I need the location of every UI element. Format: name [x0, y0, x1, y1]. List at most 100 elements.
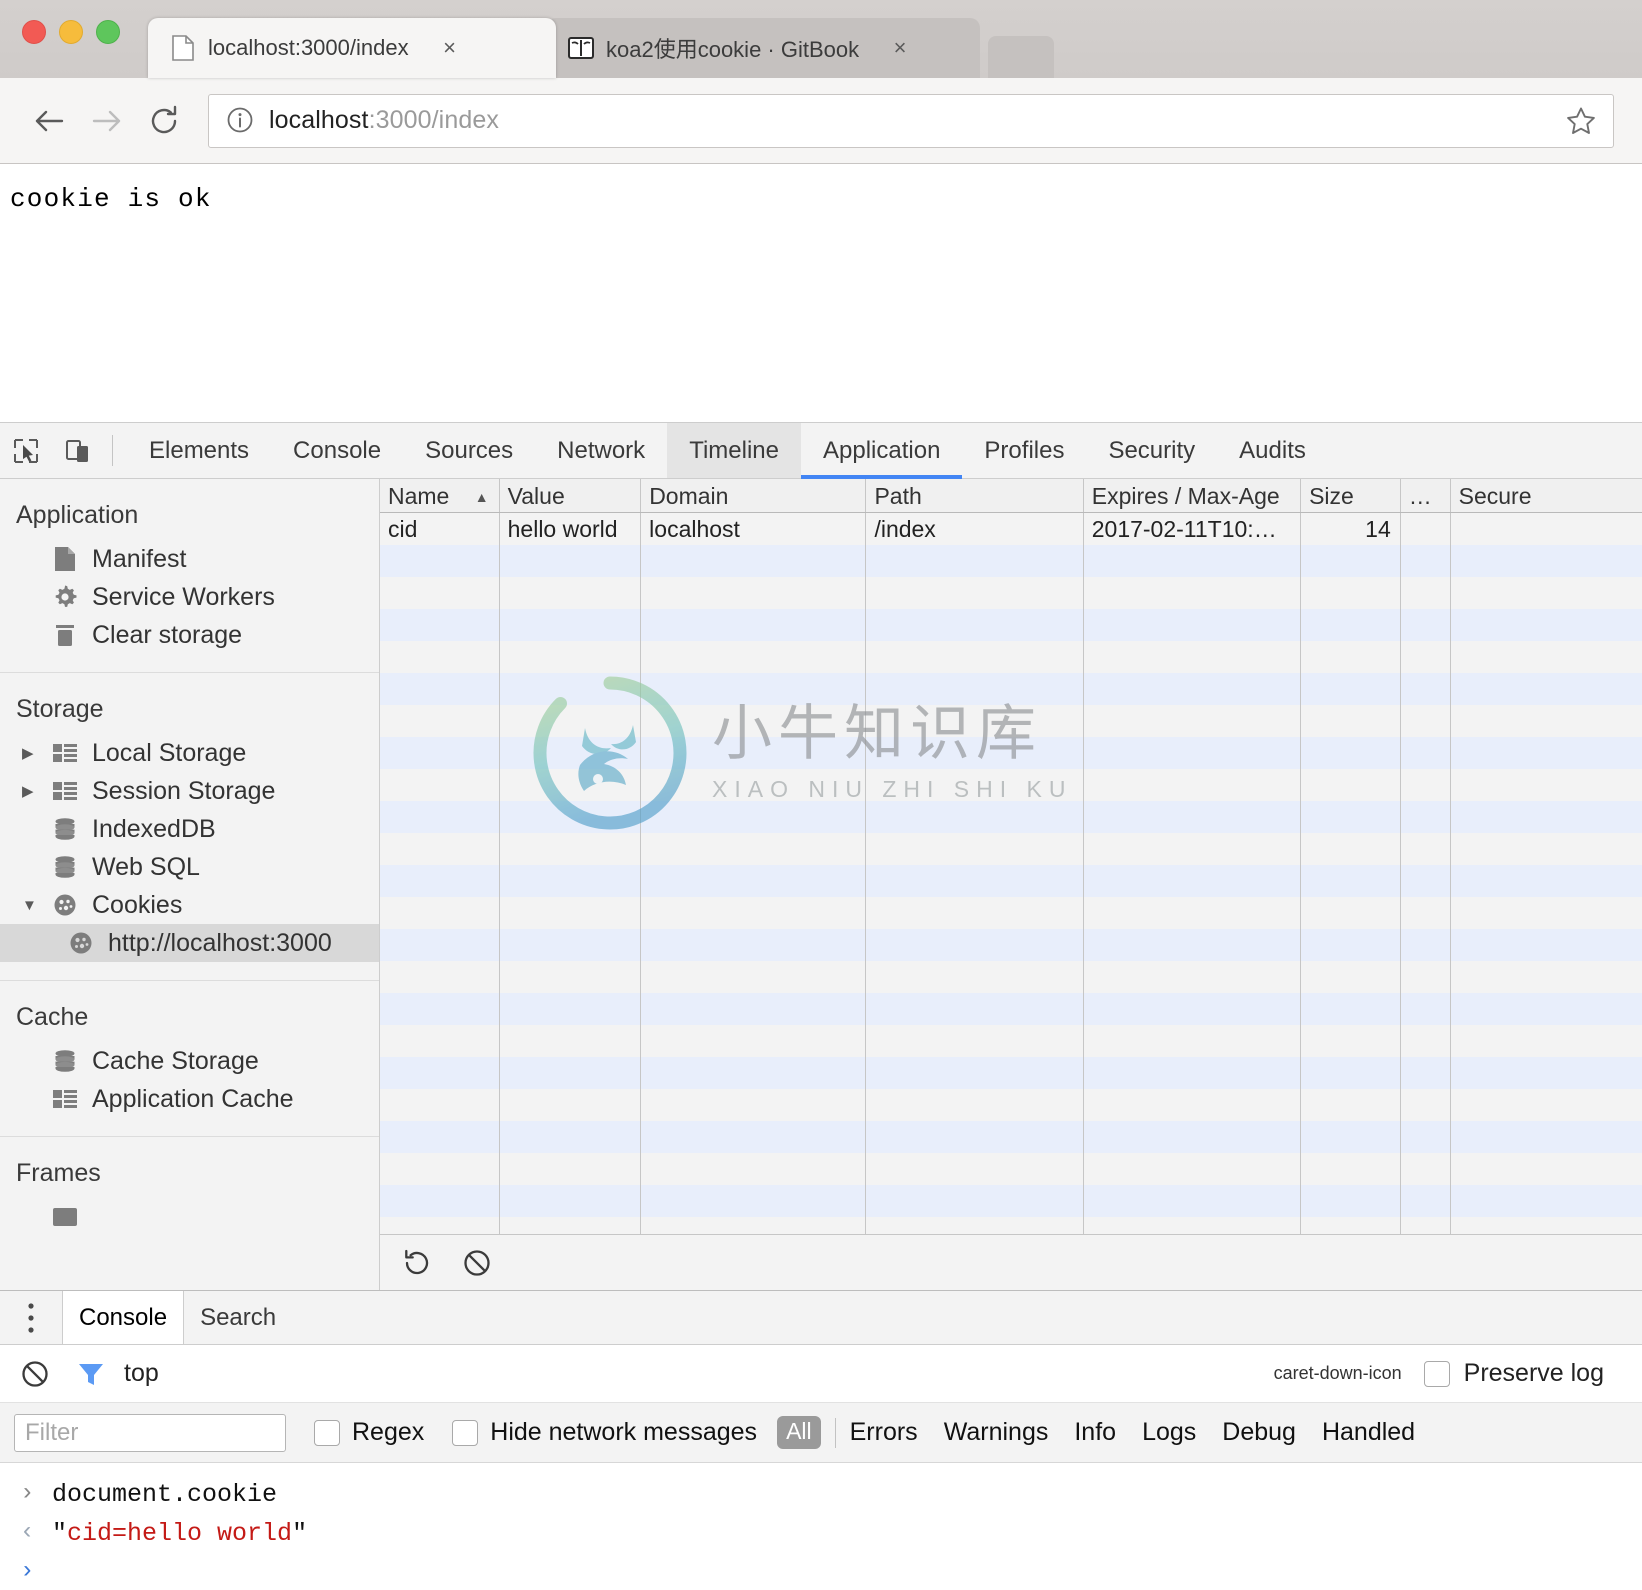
level-filter-debug[interactable]: Debug	[1222, 1418, 1296, 1447]
sidebar-label: IndexedDB	[92, 814, 216, 843]
table-grid-icon	[48, 1085, 82, 1113]
sidebar-item-web-sql[interactable]: ▶ Web SQL	[0, 848, 379, 886]
clear-all-cookies-icon[interactable]	[462, 1248, 492, 1278]
empty-row	[380, 1185, 1642, 1217]
preserve-log-toggle[interactable]: Preserve log	[1423, 1359, 1604, 1388]
disclosure-arrow: ▶	[22, 550, 48, 568]
level-filter-warnings[interactable]: Warnings	[944, 1418, 1049, 1447]
device-toolbar-icon[interactable]	[52, 423, 104, 478]
sidebar-label: Manifest	[92, 544, 187, 573]
column-header-domain[interactable]: Domain	[641, 479, 867, 512]
sidebar-section-frames: Frames ▶	[0, 1137, 379, 1254]
tab-application[interactable]: Application	[801, 423, 963, 479]
inspect-cursor-icon[interactable]	[0, 423, 52, 478]
cookies-table-body[interactable]: 小牛知识库 XIAO NIU ZHI SHI KU cid hello worl…	[380, 513, 1642, 1234]
regex-toggle[interactable]: Regex	[302, 1418, 424, 1447]
column-header-path[interactable]: Path	[866, 479, 1084, 512]
console-input-text: document.cookie	[52, 1480, 278, 1509]
sidebar-label: Web SQL	[92, 852, 200, 881]
browser-tab-2-close-icon[interactable]: ×	[887, 35, 913, 61]
more-vertical-icon[interactable]	[0, 1291, 62, 1344]
sidebar-item-frame-clipped[interactable]: ▶	[0, 1198, 379, 1236]
column-header-overflow[interactable]: …	[1401, 479, 1451, 512]
forward-arrow-icon[interactable]	[78, 92, 136, 150]
disclosure-arrow-expanded-icon[interactable]: ▼	[22, 897, 48, 914]
gitbook-icon	[568, 34, 594, 62]
caret-down-icon[interactable]: caret-down-icon	[1274, 1363, 1402, 1384]
column-header-expires[interactable]: Expires / Max-Age	[1084, 479, 1302, 512]
back-arrow-icon[interactable]	[20, 92, 78, 150]
sidebar-item-cache-storage[interactable]: ▶ Cache Storage	[0, 1042, 379, 1080]
disclosure-arrow-collapsed-icon[interactable]: ▶	[22, 744, 48, 762]
tab-network[interactable]: Network	[535, 423, 667, 478]
sidebar-label: Local Storage	[92, 738, 247, 767]
level-divider	[834, 1417, 836, 1448]
level-filter-errors[interactable]: Errors	[850, 1418, 918, 1447]
table-row[interactable]: cid hello world localhost /index 2017-02…	[380, 513, 1642, 545]
empty-row	[380, 801, 1642, 833]
level-filter-handled[interactable]: Handled	[1322, 1418, 1415, 1447]
tab-elements[interactable]: Elements	[127, 423, 271, 478]
tab-sources[interactable]: Sources	[403, 423, 535, 478]
tab-security[interactable]: Security	[1086, 423, 1217, 478]
column-header-name[interactable]: Name ▲	[380, 479, 500, 512]
manifest-file-icon	[48, 545, 82, 573]
column-header-secure[interactable]: Secure	[1451, 479, 1642, 512]
address-bar[interactable]: localhost:3000/index	[208, 93, 1614, 148]
sidebar-item-service-workers[interactable]: ▶ Service Workers	[0, 578, 379, 616]
regex-label: Regex	[352, 1418, 425, 1446]
new-tab-placeholder[interactable]	[988, 36, 1054, 78]
drawer-tab-console[interactable]: Console	[62, 1291, 185, 1344]
page-icon	[170, 34, 196, 62]
sidebar-item-cookie-origin[interactable]: http://localhost:3000	[0, 924, 379, 962]
console-context-selector[interactable]: top	[124, 1359, 159, 1388]
hide-network-checkbox[interactable]	[452, 1419, 479, 1446]
sidebar-item-cookies[interactable]: ▼ Cookies	[0, 886, 379, 924]
disclosure-arrow-collapsed-icon[interactable]: ▶	[22, 782, 48, 800]
star-icon[interactable]	[1565, 105, 1597, 137]
url-host: localhost	[269, 106, 369, 134]
sidebar-section-title-cache: Cache	[16, 1003, 89, 1031]
sidebar-item-manifest[interactable]: ▶ Manifest	[0, 540, 379, 578]
reload-icon[interactable]	[136, 92, 194, 150]
browser-tab-1[interactable]: localhost:3000/index ×	[148, 18, 556, 78]
tab-timeline[interactable]: Timeline	[667, 423, 801, 478]
database-icon	[48, 853, 82, 881]
column-header-value[interactable]: Value	[500, 479, 642, 512]
empty-row	[380, 1057, 1642, 1089]
level-filter-logs[interactable]: Logs	[1142, 1418, 1196, 1447]
tab-audits[interactable]: Audits	[1217, 423, 1328, 478]
sidebar-item-indexeddb[interactable]: ▶ IndexedDB	[0, 810, 379, 848]
minimize-window-button[interactable]	[59, 20, 83, 44]
tab-profiles[interactable]: Profiles	[962, 423, 1086, 478]
sidebar-item-session-storage[interactable]: ▶ Session Storage	[0, 772, 379, 810]
filter-funnel-icon[interactable]	[76, 1359, 106, 1389]
refresh-icon[interactable]	[402, 1248, 432, 1278]
quote-close: "	[292, 1519, 308, 1548]
close-window-button[interactable]	[22, 20, 46, 44]
level-filter-all[interactable]: All	[777, 1416, 821, 1449]
level-filter-info[interactable]: Info	[1074, 1418, 1116, 1447]
console-prompt-line[interactable]: ›	[0, 1553, 1642, 1590]
clear-console-icon[interactable]	[20, 1359, 50, 1389]
column-header-size[interactable]: Size	[1301, 479, 1401, 512]
sidebar-item-clear-storage[interactable]: ▶ Clear storage	[0, 616, 379, 654]
tab-console[interactable]: Console	[271, 423, 403, 478]
drawer-tab-search[interactable]: Search	[184, 1291, 292, 1344]
browser-tab-1-close-icon[interactable]: ×	[437, 35, 463, 61]
filter-input[interactable]	[14, 1413, 286, 1452]
regex-checkbox[interactable]	[314, 1419, 340, 1446]
frame-icon	[48, 1203, 82, 1231]
console-output[interactable]: › document.cookie ‹ "cid=hello world" ›	[0, 1463, 1642, 1590]
sidebar-item-application-cache[interactable]: ▶ Application Cache	[0, 1080, 379, 1118]
hide-network-toggle[interactable]: Hide network messages	[440, 1418, 757, 1447]
maximize-window-button[interactable]	[96, 20, 120, 44]
empty-row	[380, 1025, 1642, 1057]
preserve-log-checkbox[interactable]	[1423, 1360, 1450, 1387]
sidebar-label: Cache Storage	[92, 1046, 259, 1075]
sidebar-item-local-storage[interactable]: ▶ Local Storage	[0, 734, 379, 772]
info-circle-icon[interactable]	[225, 105, 257, 137]
cell-domain: localhost	[649, 516, 740, 542]
empty-row	[380, 833, 1642, 865]
browser-tab-2[interactable]: koa2使用cookie · GitBook ×	[546, 18, 980, 78]
